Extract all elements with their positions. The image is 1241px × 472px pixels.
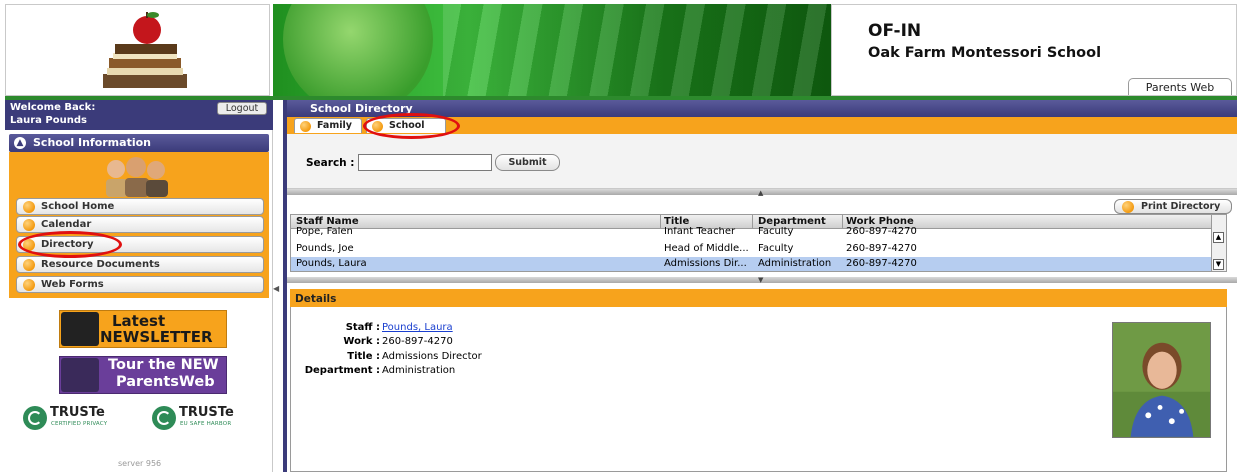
cell-department: Faculty: [758, 243, 794, 254]
bullet-icon: [23, 201, 35, 213]
detail-title-value: Admissions Director: [382, 351, 482, 362]
detail-label-title: Title :: [347, 351, 380, 362]
bullet-icon: [300, 121, 311, 132]
search-label: Search :: [306, 157, 355, 169]
staff-link[interactable]: Pounds, Laura: [382, 322, 453, 333]
cell-department: Administration: [758, 258, 832, 269]
table-row[interactable]: Pope, Falen Infant Teacher Faculty 260-8…: [291, 227, 1211, 238]
column-header-department[interactable]: Department: [758, 216, 826, 227]
print-directory-label: Print Directory: [1141, 201, 1221, 212]
table-row[interactable]: Pounds, Joe Head of Middle... Faculty 26…: [291, 242, 1211, 256]
cell-department: Faculty: [758, 227, 794, 237]
detail-label-work: Work :: [343, 336, 380, 347]
column-header-work-phone[interactable]: Work Phone: [846, 216, 914, 227]
table-row-selected[interactable]: Pounds, Laura Admissions Dir... Administ…: [291, 257, 1211, 271]
truste-certified-subtitle: CERTIFIED PRIVACY: [51, 421, 108, 427]
school-name: Oak Farm Montessori School: [868, 45, 1102, 61]
splitter-up-arrow-icon[interactable]: ▲: [758, 189, 763, 197]
detail-work-value: 260-897-4270: [382, 336, 453, 347]
cell-name: Pounds, Joe: [296, 243, 354, 254]
school-information-header[interactable]: School Information: [9, 134, 269, 152]
cell-title: Admissions Dir...: [664, 258, 747, 269]
newsletter-line2: NEWSLETTER: [100, 328, 213, 346]
sidebar-item-calendar[interactable]: Calendar: [16, 216, 264, 233]
detail-label-staff: Staff :: [345, 322, 380, 333]
org-code: OF-IN: [868, 21, 922, 41]
detail-staff-link[interactable]: Pounds, Laura: [382, 322, 453, 333]
server-label: server 956: [118, 459, 162, 468]
submit-button[interactable]: Submit: [495, 154, 560, 171]
column-header-title[interactable]: Title: [664, 216, 689, 227]
bullet-icon: [1122, 201, 1134, 213]
staff-people-image: [106, 157, 168, 197]
bullet-icon: [23, 279, 35, 291]
cell-title: Infant Teacher: [664, 227, 736, 237]
cell-phone: 260-897-4270: [846, 243, 917, 254]
sidebar-item-label: Resource Documents: [41, 259, 160, 270]
annotation-ring-school-staff: [363, 113, 460, 139]
truste-seal-icon[interactable]: [23, 406, 47, 430]
detail-label-department: Department :: [304, 365, 380, 376]
megaphone-icon: [61, 312, 99, 346]
bullet-icon: [23, 259, 35, 271]
cell-phone: 260-897-4270: [846, 227, 917, 237]
sidebar-item-resource-documents[interactable]: Resource Documents: [16, 256, 264, 273]
welcome-label: Welcome Back:: [10, 102, 96, 113]
staff-photo: [1112, 322, 1211, 438]
sidebar-item-label: School Home: [41, 201, 115, 212]
column-header-staff-name[interactable]: Staff Name: [296, 216, 359, 227]
user-name: Laura Pounds: [10, 115, 87, 126]
cell-phone: 260-897-4270: [846, 258, 917, 269]
bullet-icon: [23, 219, 35, 231]
splitter-down-arrow-icon[interactable]: ▼: [758, 276, 763, 284]
tour-line2: ParentsWeb: [116, 374, 215, 390]
sidebar-item-label: Calendar: [41, 219, 92, 230]
sidebar-collapse-icon[interactable]: ◀: [273, 284, 279, 294]
cell-name: Pope, Falen: [296, 227, 353, 237]
cell-title: Head of Middle...: [664, 243, 749, 254]
collapse-circle-icon[interactable]: ▲: [14, 137, 26, 149]
truste-eu-title: TRUSTe: [179, 405, 234, 420]
scroll-up-arrow-icon[interactable]: ▲: [1213, 232, 1224, 243]
tab-family[interactable]: Family: [294, 118, 362, 133]
details-header: [290, 289, 1227, 307]
sidebar-item-school-home[interactable]: School Home: [16, 198, 264, 215]
sidebar-item-web-forms[interactable]: Web Forms: [16, 276, 264, 293]
truste-seal-icon[interactable]: [152, 406, 176, 430]
people-icon: [61, 358, 99, 392]
tour-line1: Tour the NEW: [108, 357, 219, 373]
logout-button[interactable]: Logout: [217, 102, 267, 115]
truste-certified-title: TRUSTe: [50, 405, 105, 420]
tab-label: Family: [317, 120, 352, 131]
truste-eu-subtitle: EU SAFE HARBOR: [180, 421, 232, 427]
books-apple-logo: [103, 12, 187, 88]
detail-department-value: Administration: [382, 365, 456, 376]
cell-name: Pounds, Laura: [296, 258, 367, 269]
parents-web-tab[interactable]: Parents Web: [1128, 78, 1232, 95]
details-title: Details: [295, 293, 337, 305]
search-input[interactable]: [358, 154, 492, 171]
header-banner-image: [273, 4, 831, 96]
details-panel: [290, 289, 1227, 472]
annotation-ring-directory: [18, 231, 122, 258]
print-directory-button[interactable]: Print Directory: [1114, 199, 1232, 214]
scroll-down-arrow-icon[interactable]: ▼: [1213, 259, 1224, 270]
sidebar-item-label: Web Forms: [41, 279, 104, 290]
